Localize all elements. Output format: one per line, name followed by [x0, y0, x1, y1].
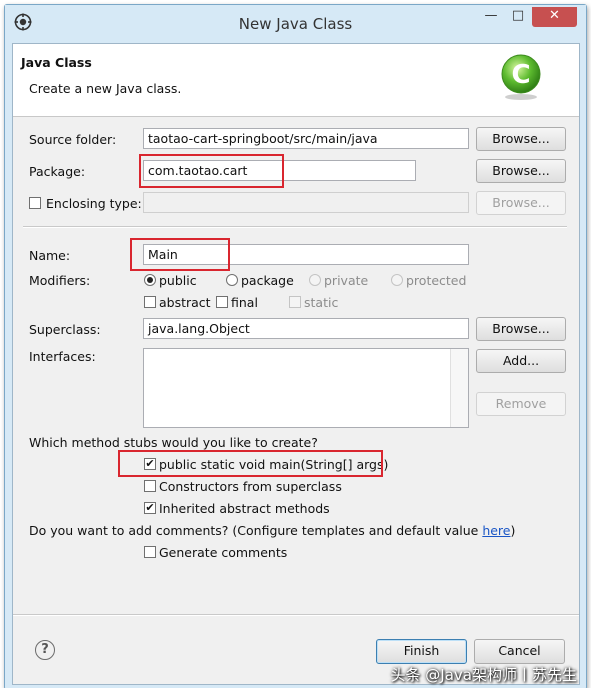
- finish-button[interactable]: Finish: [376, 639, 467, 664]
- superclass-label: Superclass:: [29, 322, 101, 337]
- minimize-button[interactable]: —: [479, 7, 503, 27]
- footer-separator: [13, 614, 579, 616]
- package-label: Package:: [29, 164, 86, 179]
- separator: [23, 226, 567, 228]
- help-icon[interactable]: ?: [35, 640, 55, 660]
- name-label: Name:: [29, 248, 71, 263]
- modifier-static-checkbox[interactable]: [289, 296, 301, 308]
- name-highlight: [130, 238, 230, 271]
- comments-question-text: Do you want to add comments? (Configure …: [29, 523, 483, 538]
- modifier-private-radio[interactable]: [309, 274, 321, 286]
- stub-inherited-checkbox[interactable]: ✔: [144, 502, 156, 514]
- source-folder-label: Source folder:: [29, 132, 117, 147]
- stub-constructors-checkbox[interactable]: [144, 480, 156, 492]
- maximize-button[interactable]: □: [506, 7, 530, 27]
- title-bar: New Java Class — □ ✕: [5, 5, 586, 43]
- modifier-protected-radio[interactable]: [391, 274, 403, 286]
- modifier-public-label: public: [159, 273, 197, 288]
- modifier-final-label: final: [231, 295, 258, 310]
- stub-constructors-label: Constructors from superclass: [159, 479, 342, 494]
- cancel-button[interactable]: Cancel: [474, 639, 565, 664]
- modifier-abstract-checkbox[interactable]: [144, 296, 156, 308]
- source-folder-input[interactable]: taotao-cart-springboot/src/main/java: [143, 128, 469, 149]
- banner-title: Java Class: [21, 55, 92, 70]
- close-button[interactable]: ✕: [532, 7, 577, 27]
- dialog-window: New Java Class — □ ✕ Java Class Create a…: [4, 4, 587, 690]
- superclass-browse-button[interactable]: Browse...: [476, 317, 566, 341]
- modifier-abstract-label: abstract: [159, 295, 211, 310]
- stub-inherited-label: Inherited abstract methods: [159, 501, 330, 516]
- java-class-c-icon: C: [501, 54, 541, 100]
- enclosing-type-input[interactable]: [143, 192, 469, 213]
- comments-question: Do you want to add comments? (Configure …: [29, 523, 515, 538]
- interfaces-add-button[interactable]: Add...: [476, 349, 566, 373]
- interfaces-remove-button[interactable]: Remove: [476, 392, 566, 416]
- modifier-final-checkbox[interactable]: [216, 296, 228, 308]
- bottom-strip: [0, 688, 591, 697]
- modifier-package-radio[interactable]: [226, 274, 238, 286]
- interfaces-label: Interfaces:: [29, 349, 96, 364]
- generate-comments-label: Generate comments: [159, 545, 288, 560]
- interfaces-scrollbar[interactable]: [450, 349, 468, 427]
- modifier-static-label: static: [304, 295, 339, 310]
- modifiers-label: Modifiers:: [29, 273, 91, 288]
- main-stub-highlight: [118, 450, 383, 477]
- dialog-content: Java Class Create a new Java class. C So…: [12, 43, 580, 685]
- svg-text:C: C: [511, 60, 530, 90]
- source-folder-browse-button[interactable]: Browse...: [476, 127, 566, 151]
- enclosing-type-label: Enclosing type:: [46, 196, 142, 211]
- wizard-banner: Java Class Create a new Java class. C: [13, 44, 579, 117]
- interfaces-list[interactable]: [143, 348, 469, 428]
- modifier-public-radio[interactable]: [144, 274, 156, 286]
- modifier-package-label: package: [241, 273, 294, 288]
- modifier-protected-label: protected: [406, 273, 467, 288]
- configure-templates-link[interactable]: here: [482, 523, 510, 538]
- watermark-text: 头条 @Java架构师丨苏先生: [390, 666, 577, 684]
- enclosing-type-browse-button[interactable]: Browse...: [476, 191, 566, 215]
- package-highlight: [139, 154, 284, 188]
- generate-comments-checkbox[interactable]: [144, 546, 156, 558]
- method-stubs-question: Which method stubs would you like to cre…: [29, 435, 318, 450]
- package-browse-button[interactable]: Browse...: [476, 159, 566, 183]
- banner-subtitle: Create a new Java class.: [29, 81, 182, 96]
- comments-close-paren: ): [510, 523, 516, 538]
- superclass-input[interactable]: java.lang.Object: [143, 318, 469, 339]
- modifier-private-label: private: [324, 273, 369, 288]
- enclosing-type-checkbox[interactable]: [29, 197, 41, 209]
